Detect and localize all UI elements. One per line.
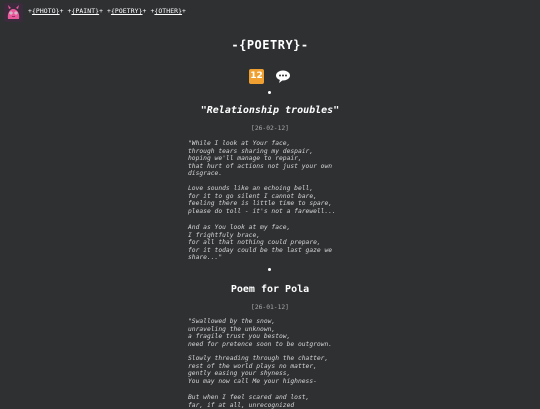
nav-separator: +	[99, 7, 104, 15]
poem-stanza: "While I look at Your face, through tear…	[188, 140, 333, 178]
nav-link-poetry[interactable]: {POETRY}	[111, 7, 143, 15]
page-title: -{POETRY}-	[231, 38, 309, 52]
nav-link-photo[interactable]: {PHOTO}	[32, 7, 60, 15]
nav-separator: +	[182, 7, 186, 15]
post-title: "Relationship troubles"	[200, 105, 340, 116]
poem-stanza: Love sounds like an echoing bell, for it…	[188, 185, 336, 215]
top-bar: +{PHOTO}+ +{PAINT}+ +{POETRY}+ +{OTHER}+	[0, 0, 540, 26]
poem-stanza: And as You look at my face, I frightfuly…	[188, 224, 333, 262]
number-12-icon: 12	[249, 69, 264, 84]
poem-stanza: Slowly threading through the chatter, re…	[188, 355, 329, 385]
post-date: [26-02-12]	[251, 125, 289, 132]
pink-creature-icon	[4, 3, 23, 22]
nav-separator: +	[59, 7, 64, 15]
post-date: [26-01-12]	[251, 304, 289, 311]
poem-stanza: "Swallowed by the snow, unraveling the u…	[188, 318, 333, 348]
title-icons: 12	[0, 68, 540, 84]
nav-separator: +	[142, 7, 147, 15]
nav-link-paint[interactable]: {PAINT}	[71, 7, 99, 15]
speech-bubble-icon	[275, 69, 291, 84]
main-nav: +{PHOTO}+ +{PAINT}+ +{POETRY}+ +{OTHER}+	[28, 7, 186, 15]
nav-link-other[interactable]: {OTHER}	[154, 7, 182, 15]
divider-dot	[268, 268, 271, 271]
avatar[interactable]	[4, 3, 23, 22]
post-title: Poem for Pola	[230, 284, 310, 295]
divider-dot	[268, 91, 271, 94]
poem-stanza: But when I feel scared and lost, far, if…	[188, 394, 310, 409]
